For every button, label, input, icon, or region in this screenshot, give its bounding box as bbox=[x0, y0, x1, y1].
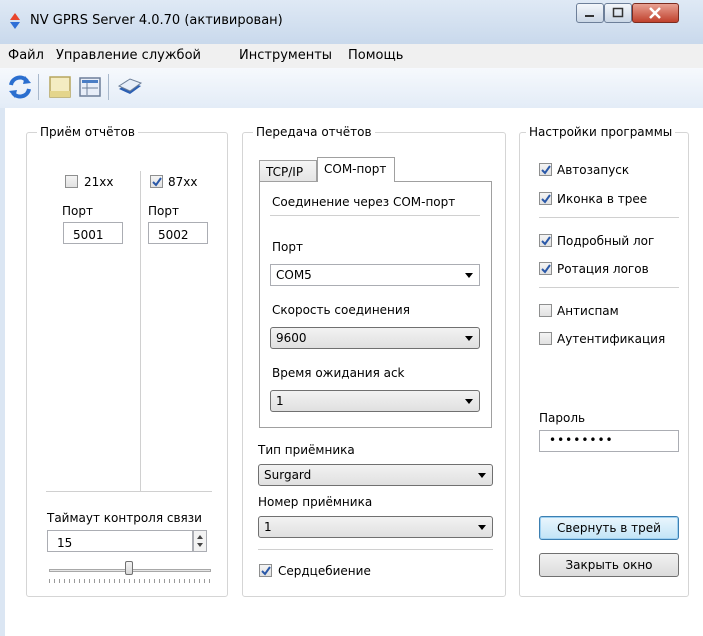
main-area: Приём отчётов 21xx Порт 87xx Порт Таймау… bbox=[5, 108, 703, 636]
timeout-spinner[interactable] bbox=[193, 530, 207, 552]
autostart-checkbox[interactable] bbox=[539, 163, 552, 176]
chevron-down-icon bbox=[465, 336, 473, 341]
timeout-label: Таймаут контроля связи bbox=[47, 511, 202, 525]
com-port-label: Порт bbox=[272, 240, 303, 254]
reports-in-group: Приём отчётов 21xx Порт 87xx Порт Таймау… bbox=[26, 125, 228, 597]
speed-value: 9600 bbox=[276, 331, 307, 345]
minimize-window-button[interactable] bbox=[576, 3, 604, 23]
checkmark-icon bbox=[261, 566, 271, 576]
chevron-down-icon bbox=[465, 399, 473, 404]
ack-timeout-select[interactable]: 1 bbox=[270, 390, 480, 412]
tray-icon-checkbox[interactable] bbox=[539, 192, 552, 205]
com-heading: Соединение через COM-порт bbox=[272, 195, 456, 209]
port-label: Порт bbox=[148, 204, 179, 218]
receiver-type-label: Тип приёмника bbox=[258, 443, 355, 457]
minimize-icon bbox=[585, 15, 594, 17]
divider bbox=[270, 215, 480, 216]
tray-icon-label: Иконка в трее bbox=[557, 192, 648, 206]
receiver-number-value: 1 bbox=[264, 520, 272, 534]
log-rotation-label: Ротация логов bbox=[557, 262, 649, 276]
divider bbox=[46, 491, 212, 492]
receiver-type-value: Surgard bbox=[264, 468, 312, 482]
heartbeat-label: Сердцебиение bbox=[278, 564, 371, 578]
app-icon bbox=[10, 13, 20, 29]
checkmark-icon bbox=[541, 165, 551, 175]
port-21xx-label: 21xx bbox=[84, 175, 114, 189]
divider bbox=[258, 549, 493, 550]
checkmark-icon bbox=[152, 177, 162, 187]
auth-checkbox[interactable] bbox=[539, 332, 552, 345]
close-window-button[interactable] bbox=[632, 3, 679, 23]
slider-ticks bbox=[49, 579, 211, 583]
antispam-checkbox[interactable] bbox=[539, 304, 552, 317]
password-label: Пароль bbox=[539, 411, 586, 425]
receiver-number-select[interactable]: 1 bbox=[258, 516, 493, 538]
menu-tools[interactable]: Инструменты bbox=[239, 48, 332, 63]
close-icon bbox=[649, 7, 661, 19]
chevron-down-icon bbox=[478, 473, 486, 478]
port-21xx-input[interactable] bbox=[63, 222, 123, 244]
menu-bar: Файл Управление службой Инструменты Помо… bbox=[0, 44, 703, 69]
close-window-app-button[interactable]: Закрыть окно bbox=[539, 553, 679, 577]
chevron-down-icon bbox=[478, 525, 486, 530]
verbose-log-label: Подробный лог bbox=[557, 234, 655, 248]
divider bbox=[539, 217, 679, 218]
ack-timeout-value: 1 bbox=[276, 394, 284, 408]
divider bbox=[539, 287, 679, 288]
port-87xx-label: 87xx bbox=[168, 175, 198, 189]
checkmark-icon bbox=[541, 264, 551, 274]
group-title: Приём отчётов bbox=[37, 125, 138, 139]
grid-icon[interactable] bbox=[76, 73, 104, 101]
menu-help[interactable]: Помощь bbox=[348, 48, 403, 63]
port-21xx-checkbox[interactable] bbox=[65, 175, 78, 188]
divider bbox=[140, 171, 141, 491]
title-bar: NV GPRS Server 4.0.70 (активирован) bbox=[0, 0, 703, 44]
port-87xx-input[interactable] bbox=[148, 222, 208, 244]
maximize-icon bbox=[612, 7, 624, 18]
toolbar-separator bbox=[38, 74, 39, 100]
book-icon[interactable] bbox=[116, 73, 144, 101]
port-label: Порт bbox=[62, 204, 93, 218]
group-title: Настройки программы bbox=[526, 125, 676, 139]
settings-group: Настройки программы Автозапуск Иконка в … bbox=[519, 125, 689, 597]
password-input[interactable]: •••••••• bbox=[539, 430, 679, 452]
checkmark-icon bbox=[541, 236, 551, 246]
reports-out-group: Передача отчётов TCP/IP COM-порт Соедине… bbox=[242, 125, 506, 597]
toolbar-separator bbox=[108, 74, 109, 100]
menu-service[interactable]: Управление службой bbox=[56, 48, 201, 63]
auth-label: Аутентификация bbox=[557, 332, 666, 346]
receiver-type-select[interactable]: Surgard bbox=[258, 464, 493, 486]
port-87xx-checkbox[interactable] bbox=[150, 175, 163, 188]
ack-timeout-label: Время ожидания ack bbox=[272, 366, 405, 380]
speed-select[interactable]: 9600 bbox=[270, 327, 480, 349]
menu-file[interactable]: Файл bbox=[8, 48, 44, 63]
chevron-down-icon bbox=[465, 273, 473, 278]
tab-com-port[interactable]: COM-порт bbox=[317, 157, 395, 182]
tab-tcpip[interactable]: TCP/IP bbox=[259, 160, 317, 182]
speed-label: Скорость соединения bbox=[272, 303, 410, 317]
maximize-window-button[interactable] bbox=[604, 3, 632, 23]
panel-icon[interactable] bbox=[46, 73, 74, 101]
receiver-number-label: Номер приёмника bbox=[258, 495, 373, 509]
spinner-arrows-icon bbox=[197, 535, 203, 547]
com-port-value: COM5 bbox=[276, 268, 312, 282]
window-title: NV GPRS Server 4.0.70 (активирован) bbox=[30, 13, 283, 28]
autostart-label: Автозапуск bbox=[557, 163, 630, 177]
toolbar bbox=[0, 68, 703, 109]
group-title: Передача отчётов bbox=[253, 125, 375, 139]
com-port-select[interactable]: COM5 bbox=[270, 264, 480, 286]
timeout-slider-thumb[interactable] bbox=[125, 561, 133, 575]
com-port-panel: Соединение через COM-порт Порт COM5 Скор… bbox=[259, 181, 492, 428]
heartbeat-checkbox[interactable] bbox=[259, 564, 272, 577]
verbose-log-checkbox[interactable] bbox=[539, 234, 552, 247]
log-rotation-checkbox[interactable] bbox=[539, 262, 552, 275]
checkmark-icon bbox=[541, 194, 551, 204]
minimize-to-tray-button[interactable]: Свернуть в трей bbox=[539, 516, 679, 540]
refresh-icon[interactable] bbox=[6, 73, 34, 101]
timeout-input[interactable] bbox=[47, 530, 193, 552]
antispam-label: Антиспам bbox=[557, 304, 619, 318]
